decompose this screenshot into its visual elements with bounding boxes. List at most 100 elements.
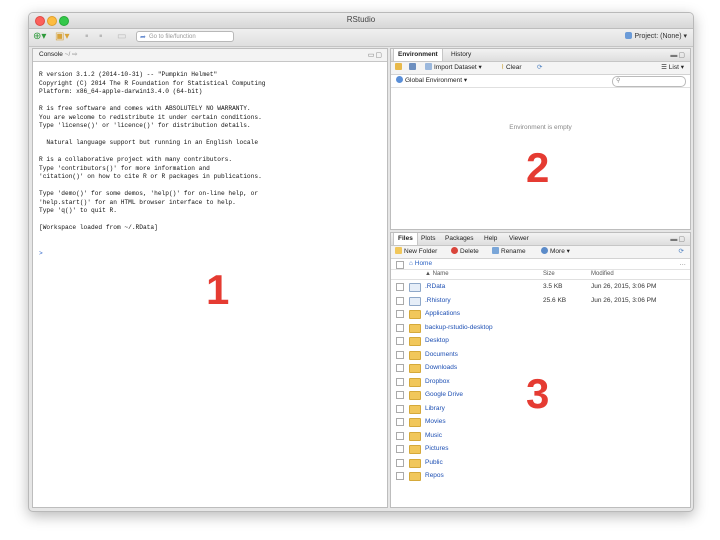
file-icon <box>409 296 421 306</box>
file-row[interactable]: .RData 3.5 KB Jun 26, 2015, 3:06 PM <box>391 280 690 293</box>
file-name-link[interactable]: Documents <box>425 348 458 361</box>
save-all-icon[interactable]: ▪ <box>99 31 103 43</box>
annotation-number-3: 3 <box>526 370 550 417</box>
file-checkbox[interactable] <box>396 445 404 453</box>
environment-search-input[interactable]: ⚲ <box>612 76 686 87</box>
file-name-link[interactable]: Public <box>425 456 443 469</box>
file-checkbox[interactable] <box>396 296 404 305</box>
tab-viewer[interactable]: Viewer <box>505 233 533 245</box>
folder-icon <box>409 364 421 373</box>
title-bar: RStudio <box>29 13 693 29</box>
file-checkbox[interactable] <box>396 472 404 480</box>
new-file-icon[interactable]: ⊕▾ <box>33 31 46 43</box>
file-row[interactable]: Music <box>391 429 690 442</box>
environment-window-controls[interactable]: ▬▢ <box>670 51 686 59</box>
clear-button[interactable]: ⌇ Clear <box>501 63 522 73</box>
file-checkbox[interactable] <box>396 350 404 359</box>
refresh-files-icon[interactable]: ⟳ <box>679 247 684 257</box>
file-name-link[interactable]: backup-rstudio-desktop <box>425 321 493 334</box>
file-name-link[interactable]: Movies <box>425 415 446 428</box>
files-pane: Files Plots Packages Help Viewer ▬▢ New … <box>390 232 691 508</box>
console-line: 'help.start()' for an HTML browser inter… <box>39 198 236 206</box>
print-icon[interactable]: ▭ <box>117 31 126 43</box>
file-name-link[interactable]: Downloads <box>425 361 457 374</box>
save-icon[interactable]: ▪ <box>85 31 89 43</box>
save-workspace-icon[interactable] <box>409 63 418 73</box>
more-path-icon[interactable]: … <box>680 259 687 269</box>
file-name-link[interactable]: .Rhistory <box>425 294 451 307</box>
more-menu-button[interactable]: More ▾ <box>541 247 570 257</box>
rename-button[interactable]: Rename <box>492 247 526 257</box>
file-name-link[interactable]: Google Drive <box>425 388 463 401</box>
rstudio-window: RStudio ⊕▾ ▣▾ ▪ ▪ ▭ ➦ Go to file/functio… <box>28 12 694 512</box>
file-row[interactable]: Pictures <box>391 442 690 455</box>
folder-icon <box>409 404 421 414</box>
file-row[interactable]: .Rhistory 25.6 KB Jun 26, 2015, 3:06 PM <box>391 294 690 307</box>
file-name-link[interactable]: .RData <box>425 280 445 293</box>
tab-files[interactable]: Files <box>393 233 418 245</box>
file-name-link[interactable]: Library <box>425 402 445 415</box>
file-size: 3.5 KB <box>543 283 563 290</box>
file-name-link[interactable]: Music <box>425 429 442 442</box>
console-output[interactable]: R version 3.1.2 (2014-10-31) -- "Pumpkin… <box>39 71 383 258</box>
list-view-menu[interactable]: ☰ List ▾ <box>661 63 684 73</box>
open-project-icon[interactable]: ▣▾ <box>55 31 69 43</box>
tab-help[interactable]: Help <box>480 233 501 245</box>
list-view-label: List <box>668 64 679 71</box>
files-toolbar: New Folder Delete Rename More ▾ ⟳ <box>391 246 690 259</box>
goto-file-input[interactable]: ➦ Go to file/function <box>136 31 234 42</box>
file-checkbox[interactable] <box>396 283 404 291</box>
new-folder-button[interactable]: New Folder <box>395 247 437 257</box>
file-row[interactable]: Repos <box>391 469 690 482</box>
refresh-environment-icon[interactable]: ⟳ <box>537 63 542 73</box>
console-line: 'citation()' on how to cite R or R packa… <box>39 173 262 180</box>
file-checkbox[interactable] <box>396 391 404 399</box>
file-checkbox[interactable] <box>396 323 404 332</box>
file-row[interactable]: backup-rstudio-desktop <box>391 321 690 334</box>
file-name-link[interactable]: Applications <box>425 307 460 320</box>
tab-packages[interactable]: Packages <box>441 233 478 245</box>
column-modified[interactable]: Modified <box>591 269 614 279</box>
console-window-controls[interactable]: ▭▢ <box>368 51 383 59</box>
tab-history[interactable]: History <box>447 49 475 61</box>
files-table-header: ▲ Name Size Modified <box>391 269 690 280</box>
console-path: ~/ <box>64 51 71 58</box>
file-checkbox[interactable] <box>396 337 404 345</box>
tab-environment[interactable]: Environment <box>393 49 443 61</box>
file-checkbox[interactable] <box>396 418 404 426</box>
console-line: Type 'demo()' for some demos, 'help()' f… <box>39 190 259 197</box>
file-checkbox[interactable] <box>396 364 404 372</box>
file-row[interactable]: Documents <box>391 348 690 361</box>
file-row[interactable]: Public <box>391 456 690 469</box>
file-name-link[interactable]: Dropbox <box>425 375 450 388</box>
column-name[interactable]: ▲ Name <box>425 269 449 279</box>
file-row[interactable]: Applications <box>391 307 690 320</box>
global-environment-menu[interactable]: Global Environment ▾ <box>396 75 467 87</box>
file-checkbox[interactable] <box>396 404 404 413</box>
console-prompt[interactable]: > <box>39 250 383 259</box>
tab-console[interactable]: Console ~/ ⇨ <box>35 49 82 61</box>
file-name-link[interactable]: Pictures <box>425 442 448 455</box>
tab-plots[interactable]: Plots <box>417 233 439 245</box>
file-checkbox[interactable] <box>396 458 404 467</box>
home-breadcrumb[interactable]: ⌂ Home <box>409 259 432 269</box>
project-menu[interactable]: Project: (None) ▾ <box>625 32 687 40</box>
file-name-link[interactable]: Repos <box>425 469 444 482</box>
file-checkbox[interactable] <box>396 377 404 386</box>
import-dataset-button[interactable]: Import Dataset ▾ <box>425 63 482 73</box>
delete-button[interactable]: Delete <box>451 247 479 257</box>
file-row[interactable]: Desktop <box>391 334 690 347</box>
file-checkbox[interactable] <box>396 310 404 318</box>
console-line: You are welcome to redistribute it under… <box>39 113 262 121</box>
file-checkbox[interactable] <box>396 431 404 440</box>
column-size[interactable]: Size <box>543 269 555 279</box>
load-workspace-icon[interactable] <box>395 63 404 73</box>
console-goto-dir-icon[interactable]: ⇨ <box>72 51 77 58</box>
files-window-controls[interactable]: ▬▢ <box>670 235 686 243</box>
select-all-checkbox[interactable] <box>396 261 404 269</box>
file-name-link[interactable]: Desktop <box>425 334 449 347</box>
